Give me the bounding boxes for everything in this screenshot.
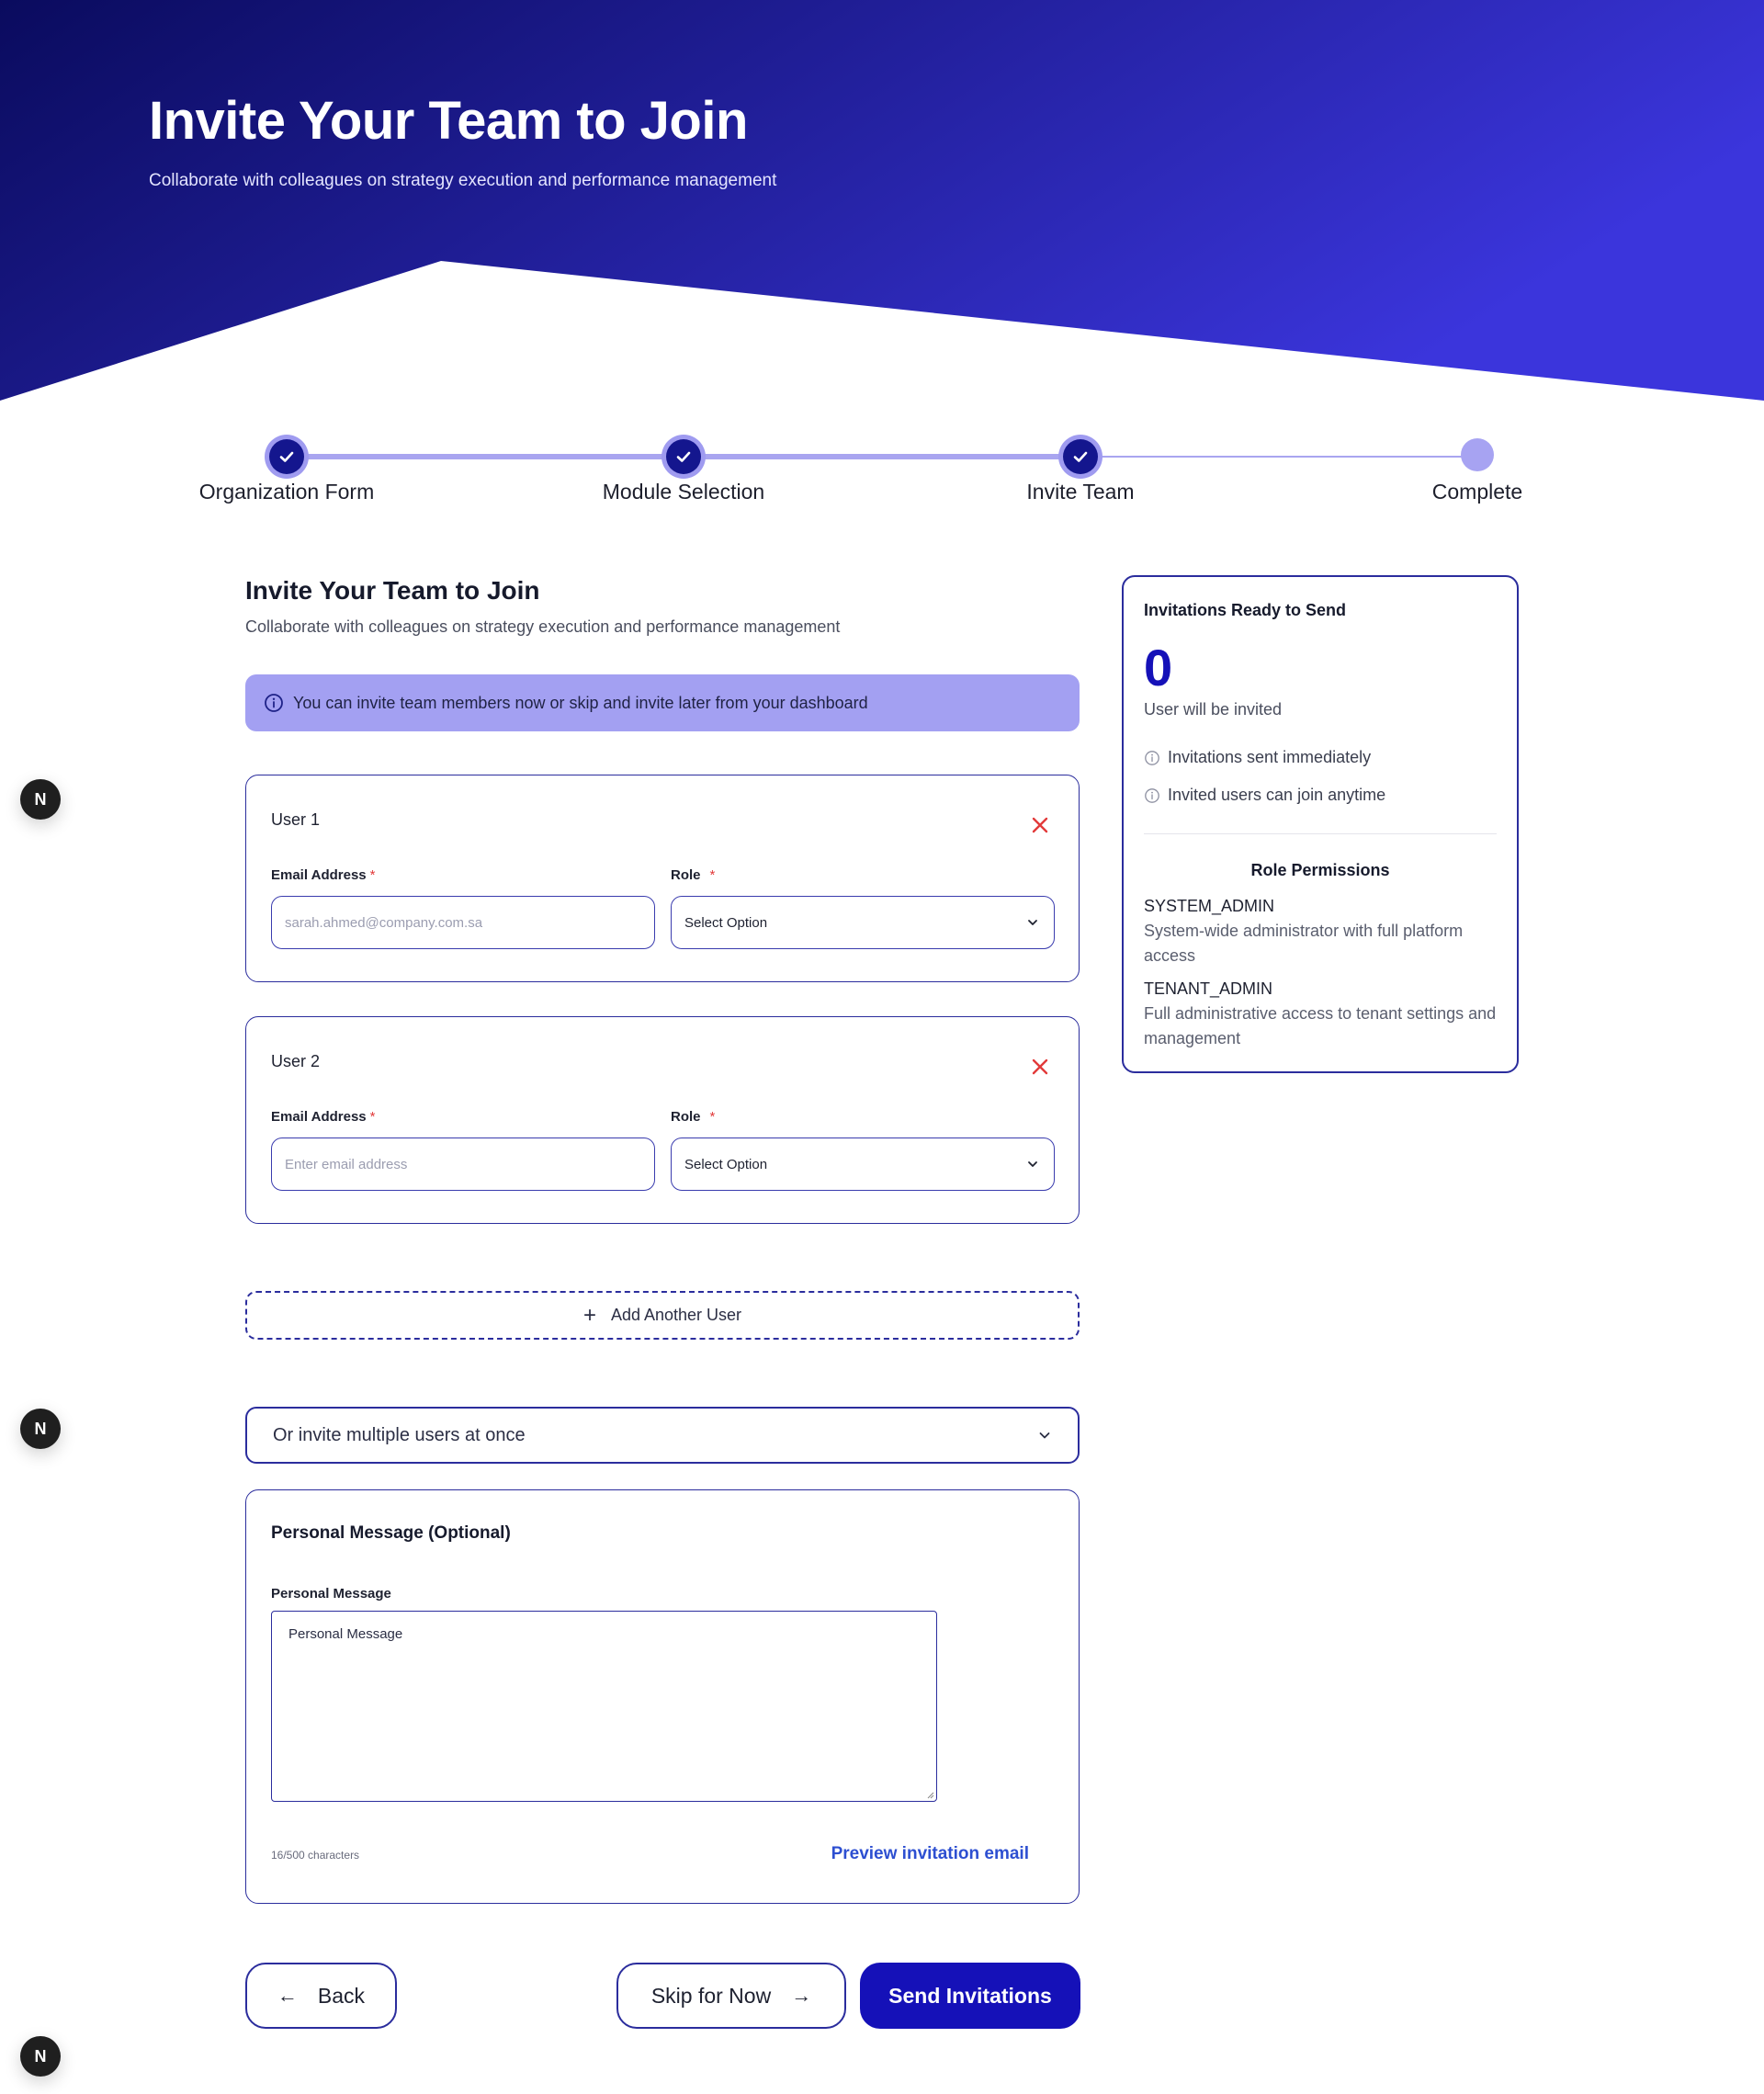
send-invitations-button[interactable]: Send Invitations [860,1963,1080,2029]
role-label: Role * [671,1109,716,1125]
hero-title: Invite Your Team to Join [149,91,748,151]
role-select[interactable]: Select Option [671,896,1055,949]
remove-user-button[interactable] [1029,814,1051,836]
floating-badge[interactable]: N [20,1409,61,1449]
skip-button[interactable]: Skip for Now → [616,1963,846,2029]
preview-invitation-link[interactable]: Preview invitation email [831,1844,1029,1864]
invitation-count-label: User will be invited [1144,700,1283,719]
arrow-left-icon: ← [277,1984,298,2007]
role-name: SYSTEM_ADMIN [1144,897,1275,915]
email-input[interactable]: Enter email address [271,1138,655,1191]
plus-icon: + [582,1302,596,1328]
personal-message-card: Personal Message (Optional) Personal Mes… [245,1489,1080,1904]
back-button-label: Back [317,1983,366,2008]
check-icon [676,451,691,462]
bulk-invite-label: Or invite multiple users at once [273,1424,526,1445]
role-select-value: Select Option [684,1156,768,1172]
close-icon [1032,1058,1048,1075]
personal-message-title: Personal Message (Optional) [271,1523,511,1543]
summary-note: Invited users can join anytime [1144,786,1385,805]
info-icon [264,693,284,713]
info-icon [1144,787,1160,804]
summary-divider [1144,833,1497,834]
section-subtitle: Collaborate with colleagues on strategy … [245,617,841,636]
user-card-2: User 2 Email Address * Role * Enter email … [245,1016,1080,1224]
add-user-label: Add Another User [610,1306,742,1324]
hero-background [0,0,1764,401]
user-card-title: User 1 [271,810,321,829]
floating-badge[interactable]: N [20,779,61,820]
personal-message-label: Personal Message [271,1586,391,1602]
skip-button-label: Skip for Now [650,1983,772,2008]
step-module-selection-dot [666,439,701,474]
chevron-down-icon [1028,920,1037,925]
summary-note-text: Invitations sent immediately [1168,748,1372,766]
summary-note: Invitations sent immediately [1144,748,1371,767]
role-select-value: Select Option [684,914,768,931]
resize-handle-icon[interactable] [925,1790,934,1799]
back-button[interactable]: ← Back [245,1963,397,2029]
close-icon [1032,817,1048,833]
chevron-down-icon [1028,1161,1037,1167]
step-invite-team-dot [1063,439,1098,474]
user-card-1: User 1 Email Address * Role * sarah.ahmed@… [245,775,1080,982]
step-label-invite-team: Invite Team [1026,480,1135,504]
info-banner: You can invite team members now or skip … [245,674,1080,731]
personal-message-text: Personal Message [288,1626,403,1642]
email-label: Email Address * [271,1109,376,1125]
add-another-user-button[interactable]: + Add Another User [245,1291,1080,1340]
check-icon [1073,451,1088,462]
floating-badge[interactable]: N [20,2036,61,2077]
character-count: 16/500 characters [271,1849,360,1862]
email-placeholder: Enter email address [285,1156,408,1172]
invitations-summary-card: Invitations Ready to Send 0 User will be… [1122,575,1519,1073]
step-complete-dot [1461,438,1494,471]
step-label-complete: Complete [1431,480,1523,504]
send-button-label: Send Invitations [888,1983,1052,2008]
remove-user-button[interactable] [1029,1056,1051,1078]
email-input[interactable]: sarah.ahmed@company.com.sa [271,896,655,949]
check-icon [279,451,294,462]
info-banner-text: You can invite team members now or skip … [293,693,868,712]
step-label-organization-form: Organization Form [198,480,375,504]
progress-stepper: Organization Form Module Selection Invit… [0,432,1764,505]
stepper-pending-line [1080,456,1477,458]
user-card-title: User 2 [271,1052,321,1070]
email-placeholder: sarah.ahmed@company.com.sa [285,914,483,931]
invitation-count: 0 [1144,639,1173,696]
step-label-module-selection: Module Selection [602,480,765,504]
hero-subtitle: Collaborate with colleagues on strategy … [149,171,777,190]
step-organization-form-dot [269,439,304,474]
info-icon [1144,750,1160,766]
role-select[interactable]: Select Option [671,1138,1055,1191]
role-name: TENANT_ADMIN [1144,979,1273,998]
hero-banner: Invite Your Team to Join Collaborate wit… [0,0,1764,404]
personal-message-textarea[interactable]: Personal Message [271,1611,937,1802]
role-label: Role * [671,867,716,883]
summary-note-text: Invited users can join anytime [1168,786,1386,804]
arrow-right-icon: → [791,1984,812,2007]
summary-title: Invitations Ready to Send [1144,601,1347,619]
chevron-down-icon [1039,1432,1050,1439]
role-description: System-wide administrator with full plat… [1144,922,1464,965]
role-description: Full administrative access to tenant set… [1144,1004,1497,1047]
email-label: Email Address * [271,867,376,883]
bulk-invite-toggle[interactable]: Or invite multiple users at once [245,1407,1080,1464]
section-title: Invite Your Team to Join [245,576,540,605]
role-permissions-title: Role Permissions [1250,861,1390,879]
